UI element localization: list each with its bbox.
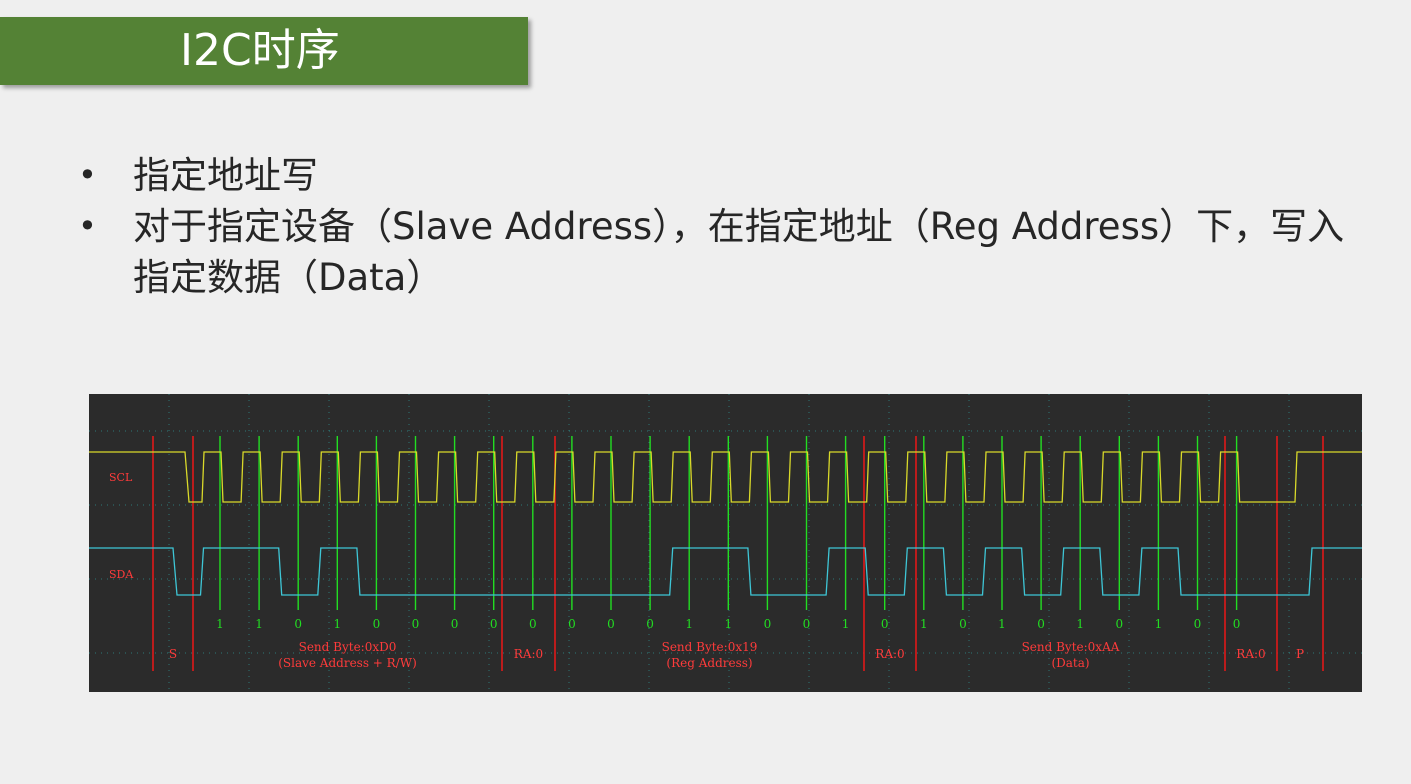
- segment-sublabel: (Data): [1051, 656, 1089, 670]
- bit-value: 0: [1194, 617, 1202, 631]
- bullet-text: 对于指定设备（Slave Address），在指定地址（Reg Address）…: [133, 205, 1345, 299]
- bit-value: 1: [685, 617, 693, 631]
- scl-waveform: [89, 451, 1362, 503]
- bit-value: 0: [412, 617, 420, 631]
- bit-value: 0: [1115, 617, 1123, 631]
- bullet-dot-icon: •: [78, 156, 97, 194]
- i2c-timing-diagram: SCL SDA 1 1 0 1 0 0 0 0 0 0 0 0 1 1 0 0 1 0 1 0 1 0 1 0 1 0 0 S Sen…: [89, 394, 1362, 692]
- slide-title: I2C时序: [180, 25, 340, 76]
- bit-value: 0: [373, 617, 381, 631]
- bit-value: 0: [764, 617, 772, 631]
- segment-label: RA:0: [1236, 647, 1265, 661]
- bit-value: 1: [255, 617, 263, 631]
- segment-sublabel: (Reg Address): [666, 656, 752, 670]
- bit-value: 1: [333, 617, 341, 631]
- bit-value: 1: [842, 617, 850, 631]
- bit-value: 0: [1037, 617, 1045, 631]
- segment-label: S: [169, 647, 177, 661]
- bullet-text: 指定地址写: [133, 154, 318, 197]
- bit-value: 0: [294, 617, 302, 631]
- frame-markers: [152, 436, 1324, 671]
- sda-channel-label: SDA: [109, 568, 134, 581]
- title-bar: I2C时序: [0, 17, 528, 85]
- bit-values: 1 1 0 1 0 0 0 0 0 0 0 0 1 1 0 0 1 0 1 0 1 0 1 0 1 0 0: [216, 617, 1240, 631]
- bit-value: 1: [998, 617, 1006, 631]
- bit-value: 0: [646, 617, 654, 631]
- bit-value: 1: [1076, 617, 1084, 631]
- bit-value: 1: [1155, 617, 1163, 631]
- segment-sublabel: (Slave Address + R/W): [278, 656, 417, 670]
- bit-value: 0: [490, 617, 498, 631]
- bullet-dot-icon: •: [78, 207, 97, 245]
- sda-waveform: [89, 547, 1362, 596]
- bit-value: 0: [607, 617, 615, 631]
- bit-value: 1: [216, 617, 224, 631]
- bullet-item: • 对于指定设备（Slave Address），在指定地址（Reg Addres…: [78, 201, 1378, 303]
- clock-markers: [219, 436, 1238, 610]
- scl-channel-label: SCL: [109, 471, 133, 484]
- bullet-list: • 指定地址写 • 对于指定设备（Slave Address），在指定地址（Re…: [78, 150, 1378, 303]
- segment-label: RA:0: [875, 647, 904, 661]
- bullet-item: • 指定地址写: [78, 150, 1378, 201]
- bit-value: 1: [920, 617, 928, 631]
- segment-label: Send Byte:0xD0: [299, 640, 397, 654]
- bit-value: 0: [451, 617, 459, 631]
- timing-waveform: SCL SDA 1 1 0 1 0 0 0 0 0 0 0 0 1 1 0 0 1 0 1 0 1 0 1 0 1 0 0 S Sen…: [89, 394, 1362, 692]
- segment-label: RA:0: [514, 647, 543, 661]
- segment-labels: S Send Byte:0xD0 (Slave Address + R/W) RA:0…: [169, 640, 1304, 670]
- bit-value: 0: [803, 617, 811, 631]
- bit-value: 0: [568, 617, 576, 631]
- segment-label: P: [1296, 647, 1304, 661]
- segment-label: Send Byte:0x19: [662, 640, 758, 654]
- bit-value: 0: [881, 617, 889, 631]
- bit-value: 0: [959, 617, 967, 631]
- bit-value: 0: [529, 617, 537, 631]
- bit-value: 1: [724, 617, 732, 631]
- bit-value: 0: [1233, 617, 1241, 631]
- segment-label: Send Byte:0xAA: [1022, 640, 1120, 654]
